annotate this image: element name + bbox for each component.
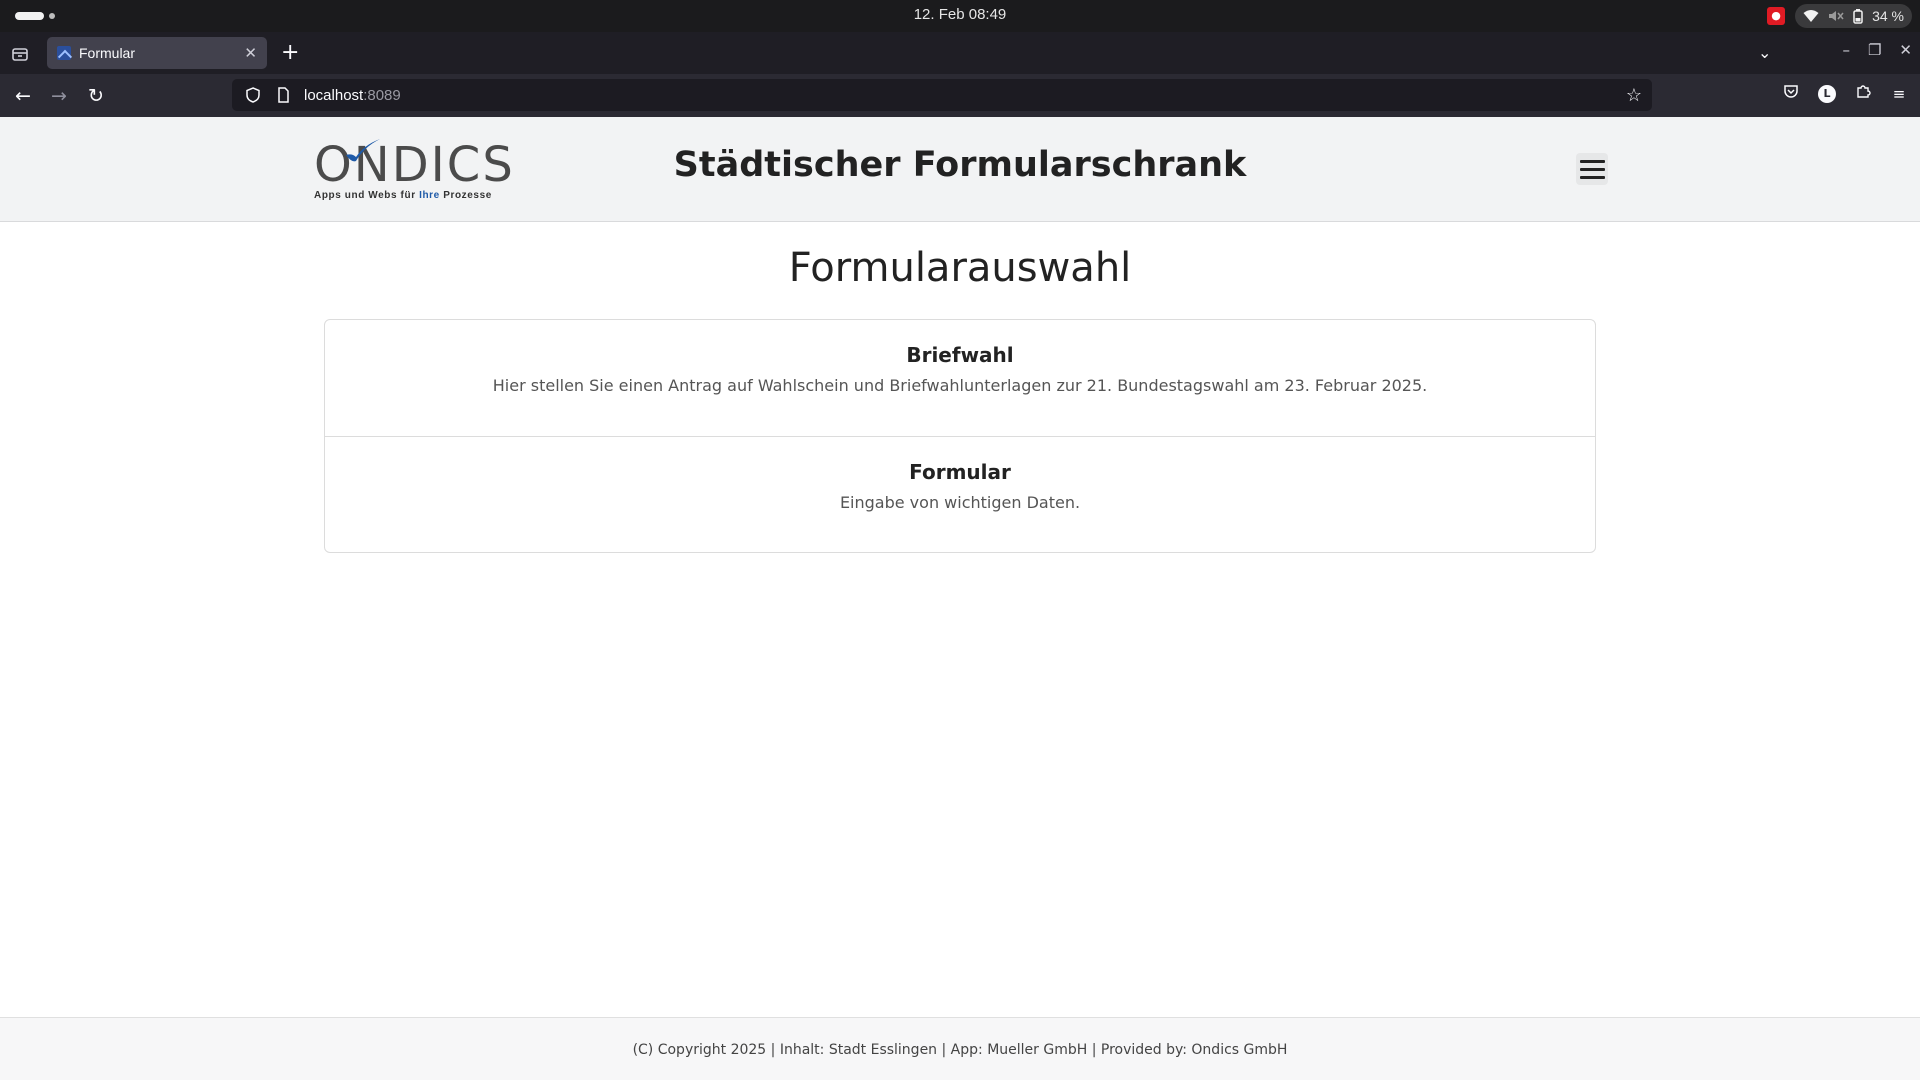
system-tray: ● 34 % bbox=[1767, 4, 1912, 28]
battery-percentage: 34 % bbox=[1872, 8, 1904, 24]
minimize-icon[interactable]: – bbox=[1842, 41, 1850, 59]
window-controls: – ❐ ✕ bbox=[1842, 41, 1912, 59]
restore-icon[interactable]: ❐ bbox=[1868, 41, 1881, 59]
hamburger-menu-button[interactable] bbox=[1576, 153, 1608, 185]
browser-tab-active[interactable]: Formular ✕ bbox=[47, 37, 267, 69]
account-avatar-icon[interactable]: L bbox=[1816, 83, 1838, 105]
page-footer: (C) Copyright 2025 | Inhalt: Stadt Essli… bbox=[0, 1017, 1920, 1080]
page-heading: Formularauswahl bbox=[788, 245, 1132, 291]
hamburger-bar bbox=[1579, 167, 1605, 171]
form-item-title: Briefwahl bbox=[906, 343, 1014, 367]
browser-tab-strip: Formular ✕ + ⌄ – ❐ ✕ bbox=[0, 32, 1920, 74]
volume-muted-icon bbox=[1829, 11, 1844, 21]
hamburger-bar bbox=[1579, 159, 1605, 163]
wifi-icon bbox=[1803, 10, 1819, 22]
site-header: ONDICS Apps und Webs für Ihre Prozesse S… bbox=[0, 117, 1920, 222]
url-bar[interactable]: localhost:8089 ☆ bbox=[232, 79, 1652, 111]
form-item-description: Eingabe von wichtigen Daten. bbox=[839, 493, 1081, 512]
pocket-icon[interactable] bbox=[1780, 83, 1802, 105]
extensions-puzzle-icon[interactable] bbox=[1852, 83, 1874, 105]
form-item-title: Formular bbox=[909, 460, 1011, 484]
back-arrow-icon[interactable]: ← bbox=[12, 85, 34, 107]
tab-overflow-chevron-icon[interactable]: ⌄ bbox=[1758, 43, 1771, 62]
form-list: Briefwahl Hier stellen Sie einen Antrag … bbox=[324, 319, 1596, 553]
reload-icon[interactable]: ↻ bbox=[85, 85, 107, 107]
recording-indicator-icon[interactable]: ● bbox=[1767, 7, 1786, 25]
close-window-icon[interactable]: ✕ bbox=[1899, 41, 1912, 59]
hamburger-bar bbox=[1579, 175, 1605, 179]
status-menu[interactable]: 34 % bbox=[1795, 4, 1912, 28]
site-favicon-icon bbox=[57, 46, 71, 60]
forward-arrow-icon[interactable]: → bbox=[48, 85, 70, 107]
tab-close-icon[interactable]: ✕ bbox=[244, 44, 257, 62]
app-menu-icon[interactable]: ≡ bbox=[1888, 83, 1910, 105]
footer-copyright: (C) Copyright 2025 | Inhalt: Stadt Essli… bbox=[632, 1042, 1288, 1058]
form-item-briefwahl[interactable]: Briefwahl Hier stellen Sie einen Antrag … bbox=[325, 320, 1595, 436]
system-clock[interactable]: 12. Feb 08:49 bbox=[0, 6, 1920, 23]
url-host: localhost bbox=[304, 86, 364, 104]
os-top-bar: 12. Feb 08:49 ● 34 % bbox=[0, 0, 1920, 32]
bookmark-star-icon[interactable]: ☆ bbox=[1626, 85, 1642, 106]
form-item-formular[interactable]: Formular Eingabe von wichtigen Daten. bbox=[325, 436, 1595, 552]
site-title: Städtischer Formularschrank bbox=[673, 145, 1247, 185]
tracking-shield-icon[interactable] bbox=[244, 86, 262, 104]
form-item-description: Hier stellen Sie einen Antrag auf Wahlsc… bbox=[492, 376, 1428, 395]
browser-navigation-bar: ← → ↻ localhost:8089 ☆ L ≡ bbox=[0, 74, 1920, 117]
tab-title: Formular bbox=[79, 45, 136, 61]
url-port: :8089 bbox=[363, 86, 401, 104]
toolbar-right: L ≡ bbox=[1780, 83, 1910, 105]
tab-list-icon[interactable] bbox=[10, 44, 30, 64]
new-tab-button[interactable]: + bbox=[281, 41, 299, 65]
page-info-icon[interactable] bbox=[274, 86, 292, 104]
battery-icon bbox=[1853, 8, 1863, 24]
